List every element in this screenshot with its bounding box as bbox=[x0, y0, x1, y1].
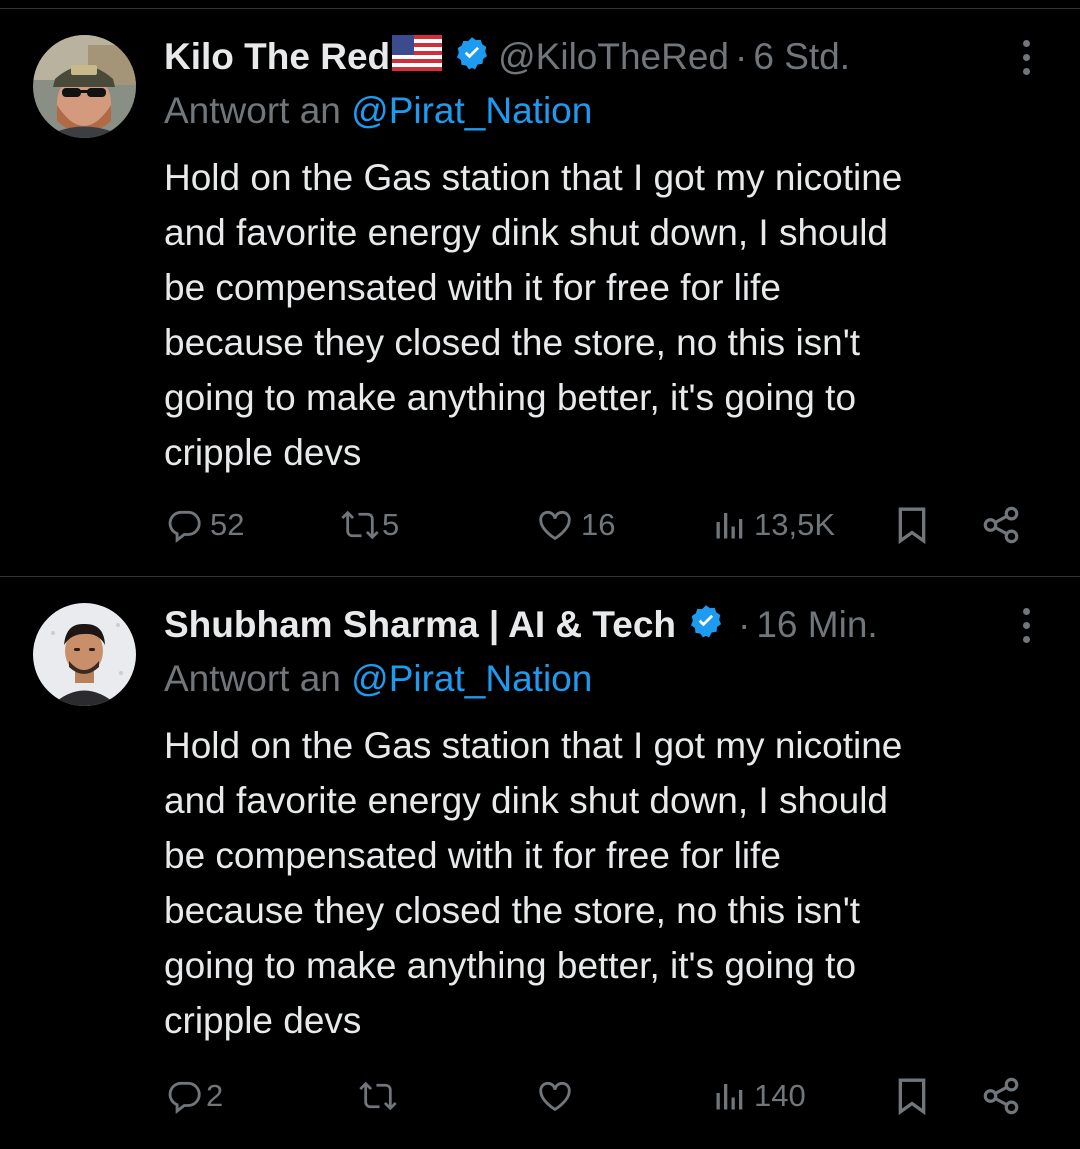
reply-icon bbox=[166, 1077, 204, 1115]
reply-prefix: Antwort an bbox=[164, 658, 341, 699]
reply-count: 2 bbox=[206, 1078, 224, 1113]
views-count: 140 bbox=[754, 1078, 806, 1113]
like-button[interactable]: 16 bbox=[535, 495, 615, 555]
views-icon bbox=[712, 1078, 748, 1114]
tweet-text: Hold on the Gas station that I got my ni… bbox=[164, 157, 903, 473]
more-icon[interactable] bbox=[1014, 608, 1038, 648]
share-icon bbox=[980, 504, 1022, 546]
timestamp[interactable]: 16 Min. bbox=[756, 604, 877, 646]
views-button[interactable]: 140 bbox=[712, 1066, 806, 1126]
reply-prefix: Antwort an bbox=[164, 90, 341, 131]
display-name[interactable]: Kilo The Red bbox=[164, 36, 390, 78]
top-divider bbox=[0, 0, 1080, 9]
us-flag-icon bbox=[392, 34, 443, 80]
repost-button[interactable] bbox=[358, 1066, 404, 1126]
reply-mention-link[interactable]: @Pirat_Nation bbox=[351, 90, 592, 131]
like-count: 16 bbox=[581, 507, 616, 542]
tweet[interactable]: Kilo The Red @KiloTheRed · 6 Std. Antwor… bbox=[0, 10, 1080, 577]
tweet-text: Hold on the Gas station that I got my ni… bbox=[164, 725, 903, 1041]
verified-icon bbox=[688, 603, 724, 648]
bookmark-button[interactable] bbox=[892, 495, 932, 555]
tweet-actions: 52 5 16 13,5K bbox=[0, 495, 1080, 555]
more-icon[interactable] bbox=[1014, 40, 1038, 80]
reply-icon bbox=[166, 506, 204, 544]
views-count: 13,5K bbox=[754, 507, 836, 542]
like-icon bbox=[535, 1077, 575, 1115]
share-icon bbox=[980, 1075, 1022, 1117]
like-button[interactable] bbox=[535, 1066, 581, 1126]
repost-icon bbox=[340, 506, 380, 544]
separator-dot: · bbox=[735, 36, 748, 77]
repost-icon bbox=[358, 1077, 398, 1115]
display-name[interactable]: Shubham Sharma | AI & Tech bbox=[164, 604, 676, 646]
repost-button[interactable]: 5 bbox=[340, 495, 399, 555]
separator-dot: · bbox=[738, 604, 751, 645]
bookmark-icon bbox=[892, 504, 932, 546]
reply-context: Antwort an @Pirat_Nation bbox=[164, 90, 592, 132]
share-button[interactable] bbox=[980, 1066, 1022, 1126]
reply-count: 52 bbox=[210, 507, 245, 542]
avatar[interactable] bbox=[33, 35, 136, 138]
share-button[interactable] bbox=[980, 495, 1022, 555]
tweet[interactable]: Shubham Sharma | AI & Tech · 16 Min. Ant… bbox=[0, 578, 1080, 1149]
tweet-header: Shubham Sharma | AI & Tech · 16 Min. bbox=[164, 602, 878, 648]
reply-button[interactable]: 52 bbox=[166, 495, 244, 555]
reply-context: Antwort an @Pirat_Nation bbox=[164, 658, 592, 700]
repost-count: 5 bbox=[382, 507, 400, 542]
views-button[interactable]: 13,5K bbox=[712, 495, 835, 555]
timestamp[interactable]: 6 Std. bbox=[753, 36, 850, 78]
avatar[interactable] bbox=[33, 603, 136, 706]
tweet-header: Kilo The Red @KiloTheRed · 6 Std. bbox=[164, 34, 850, 80]
reply-mention-link[interactable]: @Pirat_Nation bbox=[351, 658, 592, 699]
bookmark-button[interactable] bbox=[892, 1066, 932, 1126]
user-handle[interactable]: @KiloTheRed bbox=[498, 36, 729, 78]
verified-icon bbox=[454, 35, 490, 80]
reply-button[interactable]: 2 bbox=[166, 1066, 223, 1126]
bookmark-icon bbox=[892, 1075, 932, 1117]
tweet-actions: 2 140 bbox=[0, 1066, 1080, 1126]
views-icon bbox=[712, 507, 748, 543]
like-icon bbox=[535, 506, 575, 544]
